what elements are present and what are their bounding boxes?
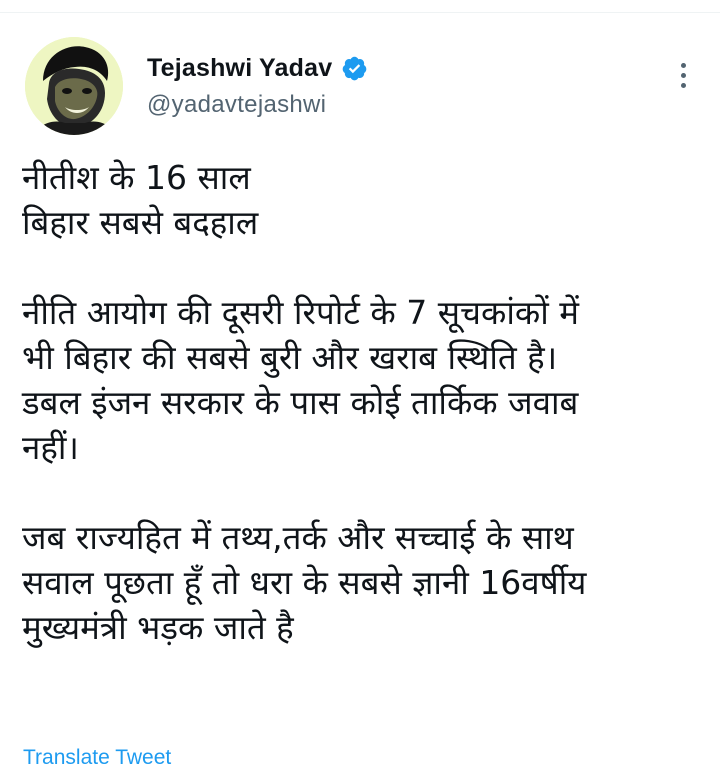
name-row: Tejashwi Yadav bbox=[147, 51, 368, 85]
tweet-line: भी बिहार की सबसे बुरी और खराब स्थिति है। bbox=[22, 338, 558, 377]
avatar[interactable] bbox=[25, 37, 123, 135]
tweet-line: मुख्यमंत्री भड़क जाते है bbox=[22, 608, 294, 647]
more-dot bbox=[680, 62, 686, 68]
tweet-line: जब राज्यहित में तथ्य,तर्क और सच्चाई के स… bbox=[22, 518, 574, 557]
more-options-icon[interactable] bbox=[672, 55, 694, 95]
top-divider bbox=[0, 0, 720, 13]
verified-badge-icon bbox=[341, 55, 368, 82]
tweet-line: नीतीश के 16 साल bbox=[22, 158, 251, 197]
more-dot bbox=[680, 72, 686, 78]
tweet-line: नीति आयोग की दूसरी रिपोर्ट के 7 सूचकांको… bbox=[22, 293, 579, 332]
tweet-line: बिहार सबसे बदहाल bbox=[22, 203, 259, 242]
tweet-text: नीतीश के 16 साल बिहार सबसे बदहाल नीति आय… bbox=[22, 155, 712, 650]
tweet-line: डबल इंजन सरकार के पास कोई तार्किक जवाब bbox=[22, 383, 579, 422]
tweet-line: नहीं। bbox=[22, 428, 79, 467]
translate-tweet-link[interactable]: Translate Tweet bbox=[23, 746, 171, 770]
display-name[interactable]: Tejashwi Yadav bbox=[147, 54, 332, 83]
tweet-card: Tejashwi Yadav @yadavtejashwi नीतीश के 1… bbox=[0, 13, 720, 776]
avatar-photo bbox=[25, 37, 123, 135]
user-handle[interactable]: @yadavtejashwi bbox=[147, 91, 368, 119]
more-dot bbox=[680, 82, 686, 88]
author-block: Tejashwi Yadav @yadavtejashwi bbox=[147, 51, 368, 119]
tweet-line: सवाल पूछता हूँ तो धरा के सबसे ज्ञानी 16व… bbox=[22, 563, 587, 602]
